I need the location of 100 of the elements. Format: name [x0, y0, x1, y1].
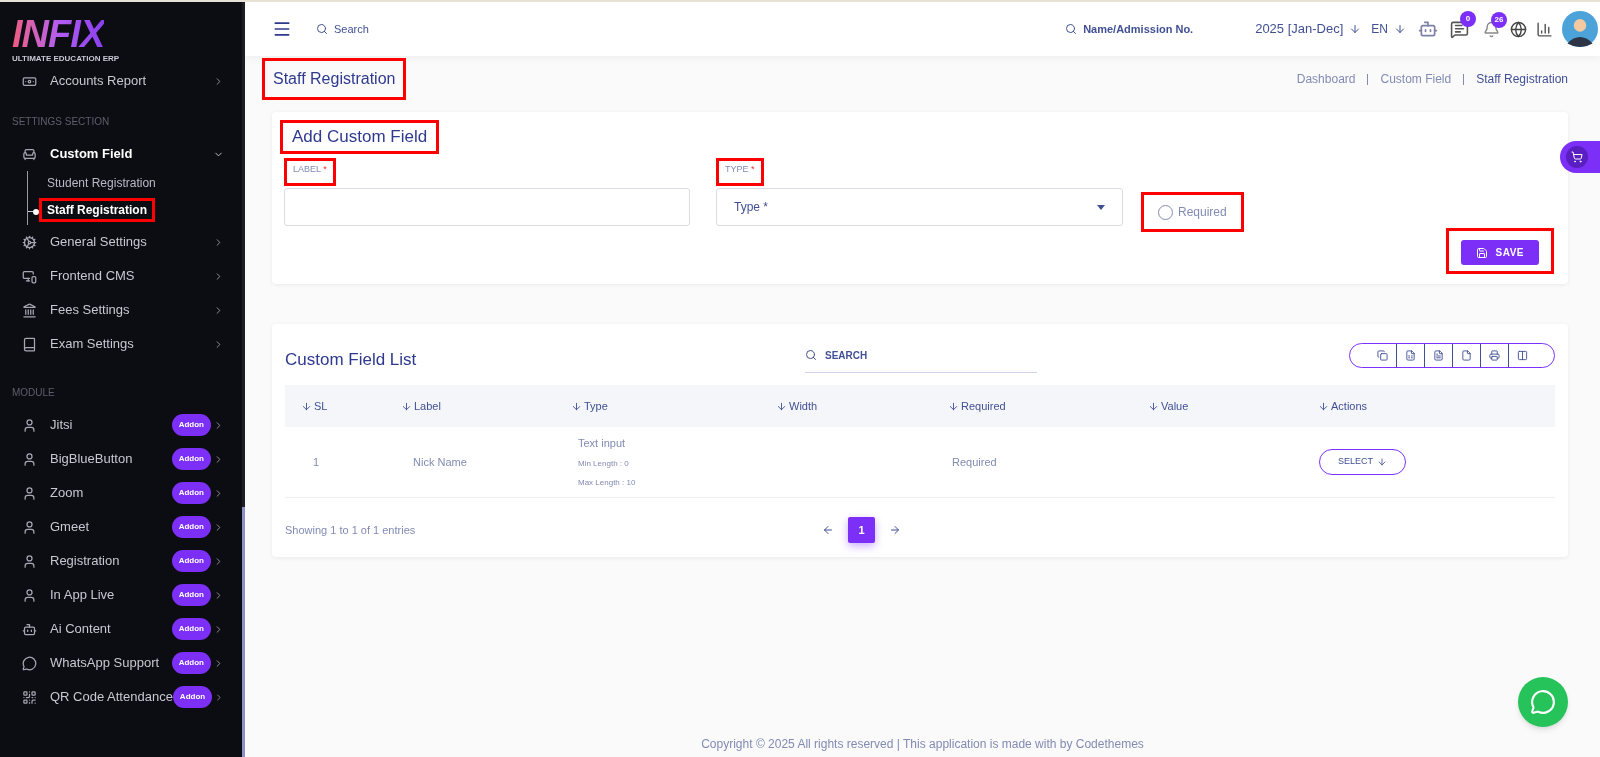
sidebar-item[interactable]: Gmeet Addon: [0, 510, 242, 544]
addon-tag: Addon: [171, 618, 211, 640]
required-radio[interactable]: Required: [1158, 204, 1227, 220]
scrollbar[interactable]: [242, 507, 245, 757]
qr-code-icon: [22, 689, 37, 705]
arrow-down-icon: [1394, 23, 1406, 35]
page-button[interactable]: 1: [848, 517, 875, 543]
chat-bubble-icon: [22, 655, 37, 671]
addon-tag: Addon: [171, 584, 211, 606]
table-cell-text: Nick Name: [412, 454, 468, 470]
sidebar-item-label: Frontend CMS: [50, 267, 136, 286]
notification-icon[interactable]: [1483, 20, 1500, 38]
sidebar-item-label: Zoom: [50, 484, 85, 503]
column-header[interactable]: Value: [1148, 397, 1189, 415]
sidebar-item[interactable]: Exam Settings: [0, 327, 242, 361]
sidebar-item-label: General Settings: [50, 233, 148, 252]
copyright-text: Copyright © 2025 All rights reserved | This application is made with by Codethemes: [701, 736, 1144, 753]
chat-bubble-icon: [1530, 689, 1556, 715]
save-icon: [1475, 246, 1488, 259]
sidebar-item[interactable]: Registration Addon: [0, 544, 242, 578]
sort-arrow-icon: [1148, 400, 1159, 412]
gear-icon: [22, 234, 37, 250]
sidebar-item[interactable]: Custom Field: [0, 137, 242, 171]
addon-tag: Addon: [171, 482, 211, 504]
cart-button[interactable]: [1560, 141, 1600, 173]
card-title: Custom Field List: [285, 348, 418, 371]
column-header[interactable]: Required: [948, 397, 1006, 415]
sort-arrow-icon: [401, 400, 412, 412]
column-header[interactable]: Width: [776, 397, 818, 415]
addon-tag: Addon: [171, 516, 211, 538]
sidebar-item[interactable]: Fees Settings: [0, 293, 242, 327]
student-search-field[interactable]: Name/Admission No.: [1083, 20, 1234, 38]
sidebar-item-label: In App Live: [50, 586, 116, 605]
column-header[interactable]: Actions: [1318, 397, 1368, 415]
sidebar-item[interactable]: Accounts Report: [0, 64, 242, 98]
sidebar-item[interactable]: WhatsApp Support Addon: [0, 646, 242, 680]
column-header[interactable]: Label: [401, 397, 441, 415]
robot-icon: [22, 621, 37, 637]
user-icon: [22, 519, 37, 535]
table-cell-text: Required: [951, 454, 998, 470]
sidebar-item[interactable]: Jitsi Addon: [0, 408, 242, 442]
sidebar-item[interactable]: Ai Content Addon: [0, 612, 242, 646]
field-label: LABEL *: [293, 163, 327, 175]
section-heading: MODULE: [11, 386, 56, 400]
robot-icon[interactable]: [1418, 19, 1438, 39]
search-field[interactable]: Search: [334, 20, 484, 38]
sidebar-item-label: WhatsApp Support: [50, 654, 161, 673]
language-dropdown[interactable]: EN: [1371, 20, 1406, 38]
bank-icon: [22, 302, 37, 318]
user-icon: [22, 451, 37, 467]
type-detail: Max Length : 10: [578, 477, 637, 490]
user-icon: [22, 485, 37, 501]
sidebar-item[interactable]: BigBlueButton Addon: [0, 442, 242, 476]
sidebar-item-label: Custom Field: [50, 145, 134, 164]
table-search-field[interactable]: SEARCH: [825, 347, 1015, 363]
field-label: TYPE *: [725, 163, 755, 175]
sidebar-item[interactable]: General Settings: [0, 225, 242, 259]
sidebar-item-label: Registration: [50, 552, 121, 571]
submenu-item[interactable]: Staff Registration: [47, 202, 147, 218]
addon-tag: Addon: [171, 652, 211, 674]
globe-icon[interactable]: [1510, 20, 1527, 38]
breadcrumb-link[interactable]: Staff Registration: [1476, 70, 1568, 88]
type-detail: Min Length : 0: [578, 458, 630, 471]
count-badge: 26: [1491, 11, 1507, 28]
sidebar-item[interactable]: Zoom Addon: [0, 476, 242, 510]
next-page-icon[interactable]: [889, 524, 901, 536]
search-icon: [316, 23, 328, 35]
user-icon: [22, 587, 37, 603]
submenu-item[interactable]: Student Registration: [47, 175, 156, 191]
type-select[interactable]: Type *: [716, 188, 1123, 226]
sidebar-item[interactable]: QR Code Attendance Addon: [0, 680, 242, 714]
menu-icon[interactable]: [272, 19, 292, 39]
logo-tagline: ULTIMATE EDUCATION ERP: [12, 54, 120, 64]
avatar[interactable]: [1562, 11, 1598, 47]
label-input[interactable]: [284, 188, 690, 226]
sidebar-item-label: Accounts Report: [50, 72, 148, 91]
search-icon: [805, 349, 817, 361]
column-header[interactable]: SL: [301, 397, 328, 415]
card-title: Add Custom Field: [292, 126, 428, 148]
save-button[interactable]: SAVE: [1460, 240, 1539, 265]
cart-icon: [1571, 151, 1583, 163]
section-heading: SETTINGS SECTION: [11, 115, 111, 129]
search-icon: [1065, 23, 1078, 35]
sidebar-item-label: BigBlueButton: [50, 450, 134, 469]
sort-arrow-icon: [948, 400, 959, 412]
monitor-icon: [22, 268, 37, 284]
sort-arrow-icon: [571, 400, 582, 412]
session-dropdown[interactable]: 2025 [Jan-Dec]: [1255, 19, 1362, 39]
sidebar-item-label: Exam Settings: [50, 335, 135, 354]
sidebar-item[interactable]: Frontend CMS: [0, 259, 242, 293]
sort-arrow-icon: [776, 400, 787, 412]
chat-icon[interactable]: [1450, 19, 1469, 39]
previous-page-icon[interactable]: [822, 524, 834, 536]
chart-icon[interactable]: [1536, 20, 1553, 38]
addon-tag: Addon: [171, 414, 211, 436]
user-icon: [22, 553, 37, 569]
sidebar-item[interactable]: In App Live Addon: [0, 578, 242, 612]
entries-summary: Showing 1 to 1 of 1 entries: [285, 522, 417, 538]
caret-icon: [1097, 204, 1105, 210]
column-header[interactable]: Type: [571, 397, 608, 415]
